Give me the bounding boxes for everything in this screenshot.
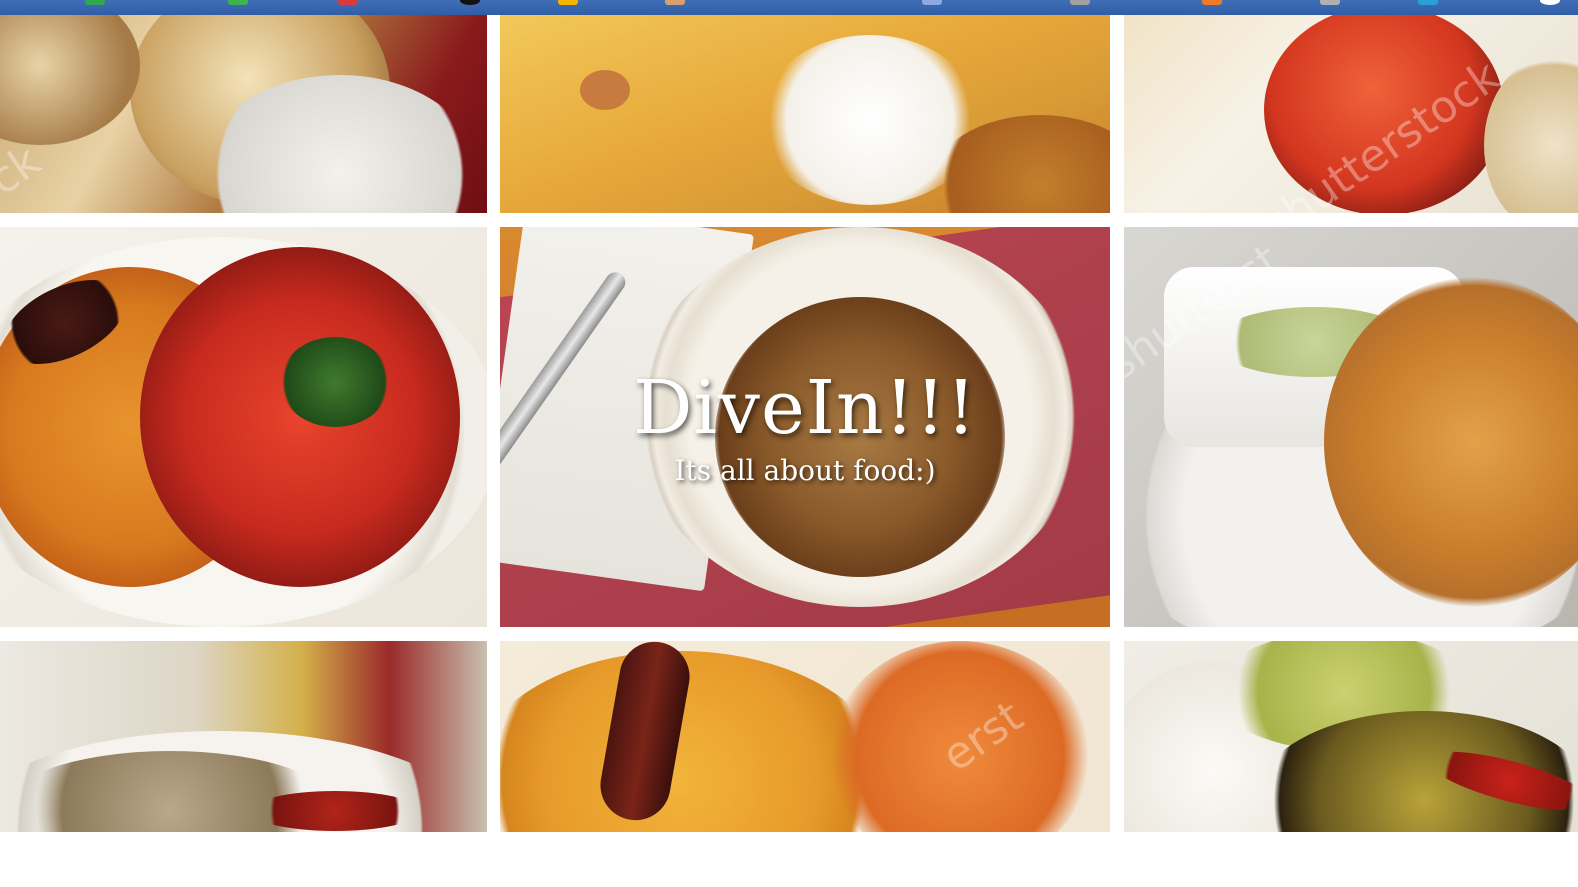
biryani-with-chutney-photo: shutterst xyxy=(1124,227,1578,627)
bookmark-icon[interactable] xyxy=(1070,0,1090,5)
rice-and-raita-photo xyxy=(500,15,1110,213)
bookmark-icon[interactable] xyxy=(460,0,480,5)
bookmark-icon[interactable] xyxy=(1540,0,1560,5)
hero-subtitle: Its all about food:) xyxy=(674,454,936,487)
bookmark-icon[interactable] xyxy=(558,0,578,5)
paneer-tikka-rice-photo xyxy=(0,227,487,627)
bookmark-icon[interactable] xyxy=(1202,0,1222,5)
tandoori-chicken-photo: shutterstock xyxy=(1124,15,1578,213)
hero-title: DiveIn!!! xyxy=(633,365,977,451)
naan-basket-photo: ck xyxy=(0,15,487,213)
bookmark-icon[interactable] xyxy=(338,0,358,5)
bookmark-icon[interactable] xyxy=(1320,0,1340,5)
rice-with-vegetables-photo xyxy=(1124,641,1578,832)
bookmark-icon[interactable] xyxy=(922,0,942,5)
hero-overlay: DiveIn!!! Its all about food:) xyxy=(500,365,1110,491)
bookmark-icon[interactable] xyxy=(228,0,248,5)
food-photo-grid: ck shutterstock shutterst erst DiveIn!!!… xyxy=(0,15,1578,832)
bookmark-icon[interactable] xyxy=(665,0,685,5)
bookmark-icon[interactable] xyxy=(1418,0,1438,5)
bookmark-icon[interactable] xyxy=(85,0,105,5)
rice-and-chicken-photo: erst xyxy=(500,641,1110,832)
curry-dish-photo xyxy=(0,641,487,832)
bookmarks-bar xyxy=(0,0,1578,15)
